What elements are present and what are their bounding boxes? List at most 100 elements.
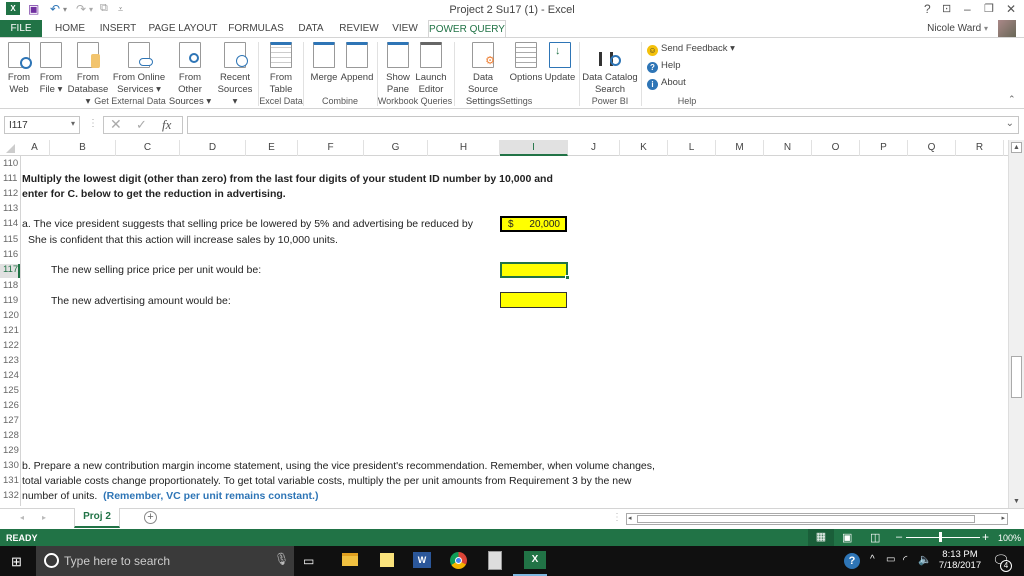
- chrome-icon[interactable]: [450, 552, 467, 569]
- cell-a131-text[interactable]: total variable costs change proportionat…: [22, 475, 632, 487]
- formula-bar-grip-icon[interactable]: ⋮: [88, 118, 98, 129]
- help-link-button[interactable]: ? Help: [647, 60, 681, 73]
- user-avatar[interactable]: [998, 20, 1016, 38]
- battery-icon[interactable]: ▭: [886, 554, 895, 565]
- show-hidden-icons-chevron[interactable]: ^: [870, 554, 875, 565]
- row-header[interactable]: 113: [0, 203, 20, 214]
- row-header[interactable]: 122: [0, 340, 20, 351]
- name-box[interactable]: I117 ▾: [4, 116, 80, 134]
- append-button[interactable]: Append: [340, 42, 374, 84]
- zoom-slider-thumb[interactable]: [939, 532, 942, 542]
- row-header[interactable]: 131: [0, 475, 20, 486]
- taskbar-search-box[interactable]: Type here to search 🎙: [36, 546, 294, 576]
- launch-editor-button[interactable]: Launch Editor: [414, 42, 448, 96]
- calculator-icon[interactable]: [488, 551, 502, 570]
- word-icon[interactable]: W: [413, 552, 431, 568]
- row-header[interactable]: 130: [0, 460, 20, 471]
- row-header[interactable]: 121: [0, 325, 20, 336]
- cell-i117-selected-input[interactable]: [500, 262, 570, 280]
- tab-insert[interactable]: INSERT: [96, 20, 140, 38]
- close-icon[interactable]: ✕: [1006, 2, 1016, 16]
- row-header[interactable]: 129: [0, 445, 20, 456]
- column-header-j[interactable]: J: [568, 140, 620, 156]
- cell-a114-question[interactable]: a. The vice president suggests that sell…: [22, 218, 473, 230]
- user-account[interactable]: Nicole Ward ▾: [927, 23, 988, 34]
- new-sheet-button[interactable]: +: [144, 511, 157, 524]
- cell-a112-instruction[interactable]: enter for C. below to get the reduction …: [22, 188, 286, 200]
- row-header[interactable]: 126: [0, 400, 20, 411]
- column-header-n[interactable]: N: [764, 140, 812, 156]
- page-break-preview-button[interactable]: ◫: [870, 531, 880, 544]
- row-header[interactable]: 114: [0, 218, 20, 229]
- column-header-r[interactable]: R: [956, 140, 1004, 156]
- from-file-button[interactable]: From File ▾: [36, 42, 66, 96]
- zoom-slider-track[interactable]: [906, 537, 980, 538]
- row-header[interactable]: 119: [0, 295, 20, 306]
- scroll-left-button[interactable]: ◂: [628, 514, 632, 522]
- column-header-e[interactable]: E: [246, 140, 298, 156]
- options-button[interactable]: Options: [509, 42, 543, 84]
- tab-formulas[interactable]: FORMULAS: [226, 20, 286, 38]
- normal-view-button[interactable]: ▦: [808, 529, 834, 546]
- cell-i114-reduction-value[interactable]: $ 20,000: [500, 216, 567, 232]
- horizontal-scroll-thumb[interactable]: [637, 515, 975, 523]
- confirm-entry-icon[interactable]: ✓: [136, 117, 147, 133]
- scroll-down-button[interactable]: ▼: [1011, 497, 1022, 508]
- row-header[interactable]: 110: [0, 158, 20, 169]
- scroll-sheets-right-icon[interactable]: ▸: [42, 513, 46, 522]
- tab-data[interactable]: DATA: [294, 20, 328, 38]
- from-online-services-button[interactable]: From Online Services ▾: [112, 42, 166, 96]
- row-header[interactable]: 111: [0, 173, 20, 184]
- column-header-b[interactable]: B: [50, 140, 116, 156]
- cell-a111-instruction[interactable]: Multiply the lowest digit (other than ze…: [22, 173, 553, 185]
- cancel-entry-icon[interactable]: ✕: [110, 116, 122, 133]
- vertical-scrollbar[interactable]: ▲ ▼: [1008, 140, 1024, 508]
- cell-i119-input[interactable]: [500, 292, 567, 308]
- cell-b117-label[interactable]: The new selling price price per unit wou…: [51, 264, 261, 276]
- name-box-dropdown-icon[interactable]: ▾: [71, 119, 75, 128]
- volume-icon[interactable]: 🔈: [918, 553, 932, 566]
- column-header-o[interactable]: O: [812, 140, 860, 156]
- cell-a115-text[interactable]: She is confident that this action will i…: [28, 234, 338, 246]
- ribbon-display-options-icon[interactable]: ⊡: [942, 2, 951, 15]
- column-header-a[interactable]: A: [20, 140, 50, 156]
- zoom-in-button[interactable]: +: [982, 530, 989, 544]
- about-button[interactable]: i About: [647, 77, 686, 90]
- sheet-tab-proj-2[interactable]: Proj 2: [74, 508, 120, 528]
- row-header[interactable]: 120: [0, 310, 20, 321]
- row-header[interactable]: 118: [0, 280, 20, 291]
- update-button[interactable]: ↓ Update: [543, 42, 577, 84]
- row-header[interactable]: 125: [0, 385, 20, 396]
- fill-handle[interactable]: [565, 275, 570, 280]
- column-header-f[interactable]: F: [298, 140, 364, 156]
- cell-b119-label[interactable]: The new advertising amount would be:: [51, 295, 231, 307]
- zoom-out-button[interactable]: –: [896, 531, 902, 543]
- select-all-button[interactable]: [6, 144, 15, 153]
- show-pane-button[interactable]: Show Pane: [383, 42, 413, 96]
- column-header-l[interactable]: L: [668, 140, 716, 156]
- column-header-q[interactable]: Q: [908, 140, 956, 156]
- row-header[interactable]: 115: [0, 234, 20, 245]
- formula-input[interactable]: ⌄: [187, 116, 1019, 134]
- insert-function-button[interactable]: fx: [162, 117, 171, 133]
- task-view-icon[interactable]: ▭: [303, 554, 314, 568]
- send-feedback-button[interactable]: ☺ Send Feedback ▾: [647, 43, 735, 56]
- column-header-k[interactable]: K: [620, 140, 668, 156]
- microphone-icon[interactable]: 🎙: [274, 552, 289, 566]
- wifi-icon[interactable]: ◜: [903, 553, 907, 566]
- row-header[interactable]: 112: [0, 188, 20, 199]
- tab-review[interactable]: REVIEW: [338, 20, 380, 38]
- from-table-button[interactable]: From Table: [264, 42, 298, 96]
- sticky-notes-icon[interactable]: [380, 553, 394, 567]
- excel-taskbar-icon[interactable]: X: [524, 551, 546, 569]
- tab-split-grip-icon[interactable]: ⋮: [612, 512, 622, 523]
- minimize-icon[interactable]: –: [964, 2, 971, 16]
- row-header[interactable]: 116: [0, 249, 20, 260]
- horizontal-scrollbar[interactable]: ◂ ▸: [626, 513, 1008, 525]
- column-header-g[interactable]: G: [364, 140, 428, 156]
- tab-file[interactable]: FILE: [0, 20, 42, 38]
- windows-start-icon[interactable]: ⊞: [11, 554, 22, 570]
- column-header-m[interactable]: M: [716, 140, 764, 156]
- row-header[interactable]: 128: [0, 430, 20, 441]
- scroll-up-button[interactable]: ▲: [1011, 142, 1022, 153]
